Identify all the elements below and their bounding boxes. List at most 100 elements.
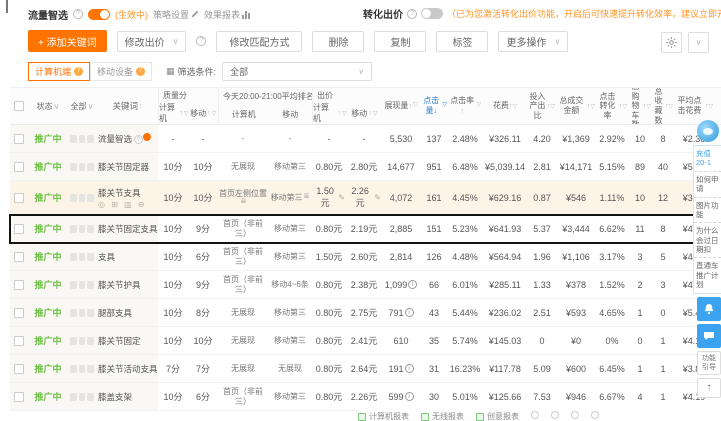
- row-action-icons[interactable]: [68, 327, 96, 354]
- assistant-mascot-icon[interactable]: [697, 120, 719, 142]
- row-action-icons[interactable]: [68, 243, 96, 270]
- help-link[interactable]: 如何申请: [694, 172, 721, 198]
- row-action-icons[interactable]: [68, 355, 96, 382]
- effect-report-link[interactable]: 效果报表: [204, 8, 251, 21]
- help-icon[interactable]: ?: [407, 8, 417, 19]
- rank-menu-icon[interactable]: ≣: [304, 193, 310, 201]
- help-link[interactable]: 直通车推广计划: [694, 258, 721, 292]
- keyword-label[interactable]: 支具: [98, 251, 115, 263]
- keyword-label[interactable]: 膝关节护具: [98, 279, 141, 291]
- keyword-label[interactable]: 膝关节活动支具: [98, 363, 158, 375]
- row-checkbox[interactable]: [14, 391, 24, 402]
- row-checkbox[interactable]: [14, 279, 24, 290]
- info-badge-icon: ?: [74, 66, 84, 76]
- keyword-label[interactable]: 腿部支具: [98, 307, 132, 319]
- copy-button[interactable]: 复制: [374, 30, 427, 52]
- more-actions-select[interactable]: 更多操作 ∨: [498, 30, 569, 52]
- modify-bid-select[interactable]: 修改出价 ∨: [116, 30, 187, 52]
- header-ctr[interactable]: 点击率↑ ▽: [448, 88, 482, 124]
- feedback-button[interactable]: [697, 323, 721, 348]
- header-keyword[interactable]: 关键词 ↑: [96, 88, 158, 124]
- help-link[interactable]: 为什么会过日期扣: [694, 223, 721, 259]
- tag-button[interactable]: 标签: [436, 30, 489, 52]
- cell-rank-pc: 首页（非前三）: [223, 275, 263, 294]
- header-bid-pc[interactable]: 计算机 ↑ ▽: [313, 102, 347, 124]
- cell-clicks: 35: [428, 335, 439, 346]
- header-status[interactable]: 状态 ∨: [28, 88, 68, 124]
- conversion-bid-group: 转化出价 ? （已为您激活转化出价功能，开启后可快速提升转化效率，建议立即开启）: [363, 6, 721, 21]
- cell-cost: ¥629.16: [488, 192, 522, 203]
- cell-carts: 11: [635, 223, 645, 234]
- keyword-label[interactable]: 膝关节固定器: [98, 161, 149, 173]
- help-link[interactable]: 充值20-1: [694, 146, 721, 172]
- header-cpc[interactable]: 平均点击花费 ↑▽: [674, 88, 714, 124]
- row-checkbox[interactable]: [14, 251, 24, 262]
- row-action-icons[interactable]: [68, 271, 96, 298]
- conversion-bid-toggle[interactable]: [421, 8, 443, 19]
- cell-gmv: ¥600: [565, 363, 587, 374]
- row-action-icons[interactable]: [68, 383, 96, 410]
- table-row: 推广中 腿部支具 10分 8分 无展现 移动第三 0.80元 2.75元 791…: [10, 299, 721, 327]
- feature-guide-button[interactable]: 功能引导: [697, 350, 721, 375]
- tab-pc-report[interactable]: 计算机端?: [28, 61, 91, 81]
- keyword-label[interactable]: 膝盖支架: [98, 391, 132, 403]
- edit-bid-icon[interactable]: ✎: [374, 193, 381, 202]
- header-carts[interactable]: 总购物车数↑▽: [628, 88, 652, 124]
- row-checkbox[interactable]: [14, 161, 24, 172]
- info-icon[interactable]: ?: [196, 36, 207, 46]
- back-to-top-button[interactable]: ↑: [697, 377, 721, 398]
- row-checkbox[interactable]: [14, 223, 24, 234]
- rank-menu-icon[interactable]: ≣: [241, 198, 247, 206]
- modify-match-button[interactable]: 修改匹配方式: [216, 30, 303, 52]
- impression-info-icon[interactable]: i: [404, 392, 414, 401]
- collapse-button[interactable]: ∨: [688, 32, 709, 53]
- keyword-label[interactable]: 膝关节固定: [98, 335, 141, 347]
- impression-info-icon[interactable]: i: [404, 308, 414, 317]
- header-impressions[interactable]: 展现量↑ ▽: [382, 88, 420, 124]
- row-action-icons[interactable]: [68, 299, 96, 326]
- edit-bid-icon[interactable]: ✎: [338, 193, 345, 202]
- help-icon[interactable]: ?: [73, 9, 83, 19]
- header-quality-pc[interactable]: 计算机 ↑ ▽: [159, 102, 189, 124]
- row-checkbox[interactable]: [14, 133, 24, 144]
- header-bid-mobile[interactable]: 移动 ↑ ▽: [347, 102, 382, 124]
- row-action-icons[interactable]: [68, 215, 96, 242]
- row-checkbox[interactable]: [14, 192, 24, 203]
- keyword-hover-icons[interactable]: ◎ ⊞ ▥ ⊖: [98, 200, 147, 209]
- row-action-icons[interactable]: [68, 181, 96, 214]
- delete-button[interactable]: 删除: [312, 30, 365, 52]
- header-cvr[interactable]: 点击转化率 ↑▽: [596, 88, 628, 124]
- row-checkbox[interactable]: [14, 307, 24, 318]
- filter-condition-select[interactable]: 全部 ∨: [222, 61, 373, 81]
- keyword-label[interactable]: 膝关节固定支具: [98, 223, 158, 235]
- help-link[interactable]: 图片功能: [694, 198, 721, 224]
- header-roi[interactable]: 投入产出比 ↑▽: [528, 88, 556, 124]
- header-favs[interactable]: 总收藏数 ↑▽: [652, 88, 674, 124]
- row-action-icons[interactable]: [68, 153, 96, 180]
- impression-info-icon[interactable]: i: [404, 364, 414, 373]
- header-quality-mobile[interactable]: 移动 ↑ ▽: [189, 102, 219, 124]
- header-cost[interactable]: 花费↑▽: [482, 88, 528, 124]
- cell-quality-pc: 10分: [163, 193, 183, 203]
- row-checkbox[interactable]: [14, 335, 24, 346]
- strategy-settings-link[interactable]: 策略设置: [153, 8, 199, 21]
- keyword-label[interactable]: 膝关节支具: [98, 187, 141, 199]
- row-checkbox[interactable]: [14, 363, 24, 374]
- cell-quality-pc: 10分: [163, 224, 183, 234]
- tab-mobile-report[interactable]: 移动设备?: [90, 61, 153, 81]
- cell-rank-mobile: 移动第三: [274, 251, 306, 261]
- gear-button[interactable]: [661, 32, 682, 53]
- legend-square-icon: [358, 412, 366, 421]
- header-ops-filter[interactable]: 全部 ∨: [68, 88, 96, 124]
- add-keyword-button[interactable]: + 添加关键词: [28, 30, 107, 52]
- impression-info-icon[interactable]: i: [408, 280, 418, 289]
- header-gmv[interactable]: 总成交金额 ↑▽: [556, 88, 596, 124]
- traffic-smart-toggle[interactable]: [88, 8, 110, 20]
- select-all-checkbox[interactable]: [14, 101, 24, 111]
- keyword-label[interactable]: 流量智选: [98, 133, 132, 145]
- row-action-icons[interactable]: [68, 125, 96, 152]
- cell-rank-pc: 首页（非前三）: [223, 387, 263, 406]
- status-badge: 推广中: [34, 252, 62, 262]
- notification-button[interactable]: [697, 296, 721, 321]
- header-clicks[interactable]: 点击量↓ ▽: [420, 88, 448, 124]
